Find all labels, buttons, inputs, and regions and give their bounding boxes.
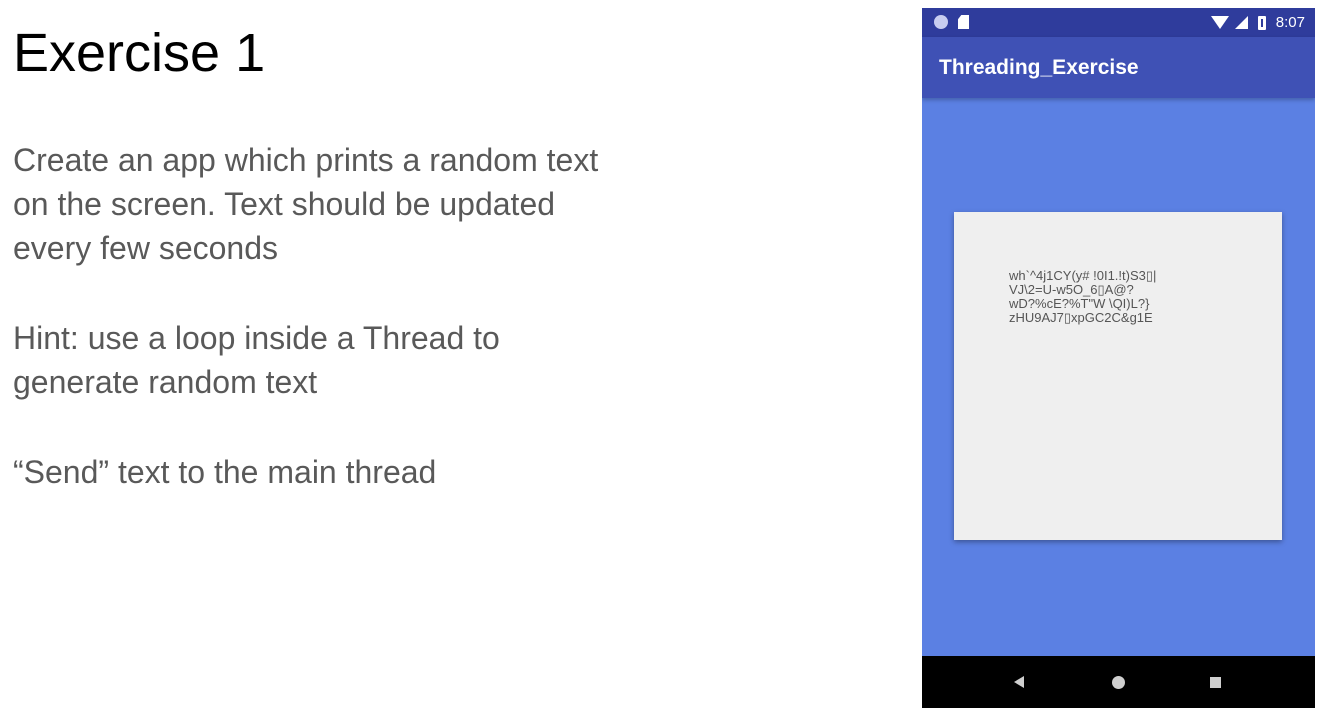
app-bar: Threading_Exercise	[922, 37, 1315, 98]
battery-icon	[1257, 15, 1266, 30]
app-title: Threading_Exercise	[939, 56, 1139, 79]
instruction-paragraph: Create an app which prints a random text…	[13, 142, 599, 266]
wifi-icon	[1210, 16, 1229, 29]
notification-dot-icon	[934, 15, 948, 29]
send-paragraph: “Send” text to the main thread	[13, 454, 437, 490]
status-left	[934, 15, 969, 29]
home-icon[interactable]	[1112, 676, 1125, 689]
slide: Exercise 1 Create an app which prints a …	[0, 0, 1323, 717]
back-icon[interactable]	[1014, 676, 1024, 688]
cell-signal-icon	[1234, 16, 1248, 29]
sd-card-icon	[958, 15, 969, 29]
status-bar: 8:07	[922, 8, 1315, 37]
nav-bar	[922, 656, 1315, 708]
phone-screenshot: 8:07 Threading_Exercise wh`^4j1CY(y# !0I…	[922, 8, 1315, 708]
random-text-card: wh`^4j1CY(y# !0I1.!t)S3▯| VJ\2=U-w5O_6▯A…	[954, 212, 1282, 540]
slide-title: Exercise 1	[13, 23, 266, 83]
recents-icon[interactable]	[1210, 677, 1221, 688]
random-text: wh`^4j1CY(y# !0I1.!t)S3▯| VJ\2=U-w5O_6▯A…	[1009, 268, 1157, 325]
status-right: 8:07	[1210, 14, 1305, 31]
hint-paragraph: Hint: use a loop inside a Thread to gene…	[13, 320, 500, 400]
slide-body: Create an app which prints a random text…	[13, 138, 773, 540]
status-time: 8:07	[1275, 14, 1305, 31]
